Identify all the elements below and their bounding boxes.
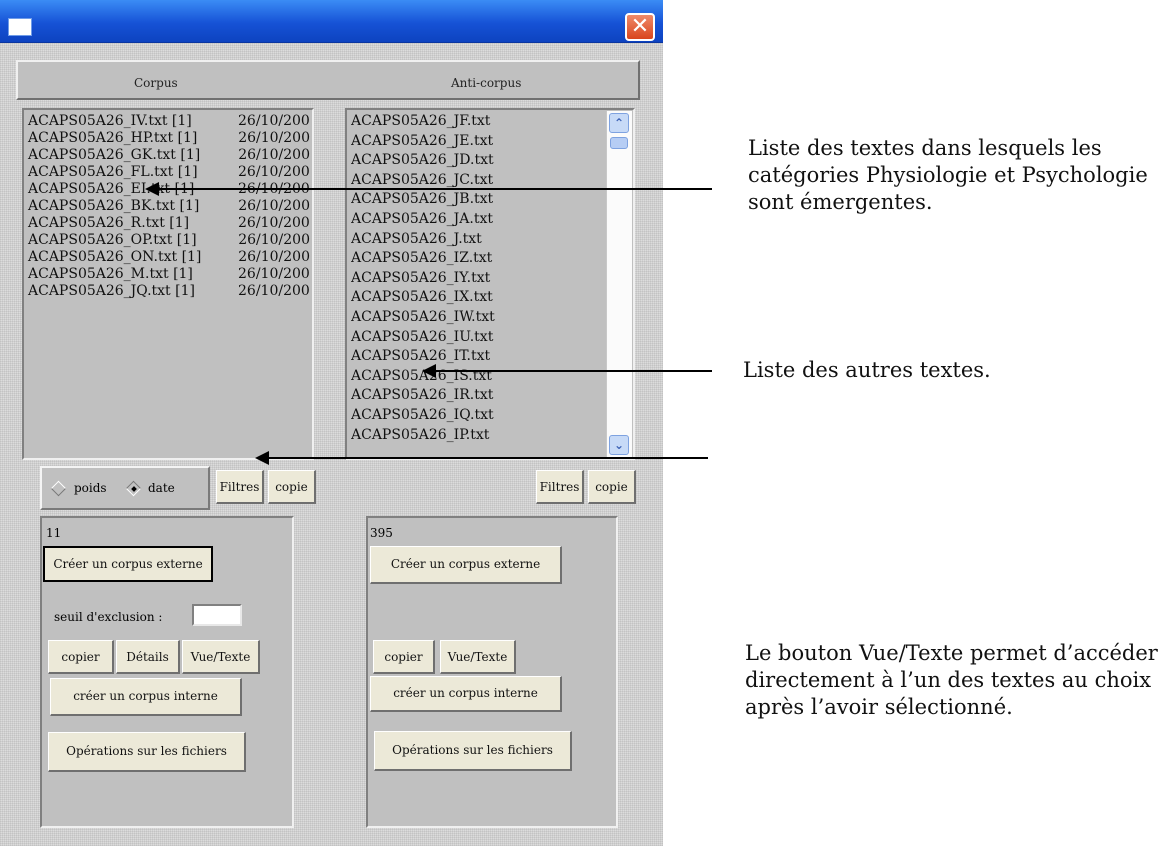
- corpus-item-date: 26/10/2005: [238, 266, 310, 282]
- scroll-down-icon[interactable]: ⌄: [609, 435, 629, 455]
- corpus-item-name: ACAPS05A26_IV.txt [1]: [28, 113, 192, 129]
- anticorpus-list-item[interactable]: ACAPS05A26_IP.txt: [351, 427, 489, 444]
- corpus-copier-button[interactable]: copier: [48, 640, 114, 674]
- list-header-bar: [16, 60, 640, 100]
- annotation-arrow-line-2: [432, 370, 712, 372]
- corpus-header: Corpus: [134, 76, 178, 90]
- threshold-input[interactable]: [192, 604, 242, 626]
- corpus-list-item[interactable]: ACAPS05A26_ON.txt [1] 26/10/200: [28, 249, 310, 266]
- corpus-list-item[interactable]: ACAPS05A26_HP.txt [1] 26/10/200: [28, 130, 310, 147]
- anticorpus-list-item[interactable]: ACAPS05A26_JE.txt: [351, 133, 493, 150]
- corpus-copie-button[interactable]: copie: [268, 470, 316, 504]
- corpus-create-internal-button[interactable]: créer un corpus interne: [50, 678, 242, 716]
- note-3-line-2: directement à l’un des textes au choix: [745, 668, 1152, 692]
- anticorpus-list-item[interactable]: ACAPS05A26_JF.txt: [351, 113, 490, 130]
- corpus-count: 11: [46, 526, 62, 540]
- corpus-item-name: ACAPS05A26_R.txt [1]: [28, 215, 190, 231]
- anticorpus-list-item[interactable]: ACAPS05A26_J.txt: [351, 231, 482, 248]
- note-1-line-1: Liste des textes dans lesquels les: [748, 136, 1102, 160]
- corpus-vue-texte-button[interactable]: Vue/Texte: [182, 640, 260, 674]
- corpus-filtres-button[interactable]: Filtres: [216, 470, 264, 504]
- corpus-item-name: ACAPS05A26_BK.txt [1]: [28, 198, 200, 214]
- corpus-item-name: ACAPS05A26_FL.txt [1]: [28, 164, 198, 180]
- anticorpus-list-item[interactable]: ACAPS05A26_JA.txt: [351, 211, 493, 228]
- corpus-item-date: 26/10/2005: [238, 113, 310, 129]
- corpus-item-name: ACAPS05A26_ON.txt [1]: [28, 249, 202, 265]
- scroll-up-icon[interactable]: ⌃: [609, 113, 629, 133]
- anticorpus-list-item[interactable]: ACAPS05A26_IW.txt: [351, 309, 495, 326]
- note-3-line-1: Le bouton Vue/Texte permet d’accéder: [745, 641, 1158, 665]
- close-button[interactable]: ✕: [625, 13, 655, 41]
- annotation-note-1: Liste des textes dans lesquels les catég…: [748, 135, 1158, 216]
- title-bar: [0, 0, 663, 43]
- date-label: date: [148, 481, 175, 495]
- anticorpus-list-item[interactable]: ACAPS05A26_IX.txt: [351, 289, 493, 306]
- corpus-file-operations-button[interactable]: Opérations sur les fichiers: [48, 732, 246, 772]
- anticorpus-list-item[interactable]: ACAPS05A26_IY.txt: [351, 270, 490, 287]
- annotation-arrow-line-1: [155, 188, 712, 190]
- corpus-item-date: 26/10/200: [238, 130, 310, 146]
- annotation-note-2: Liste des autres textes.: [743, 358, 991, 382]
- corpus-list-item[interactable]: ACAPS05A26_JQ.txt [1] 26/10/200:: [28, 283, 310, 300]
- anticorpus-list-item[interactable]: ACAPS05A26_JB.txt: [351, 191, 493, 208]
- anticorpus-create-external-button[interactable]: Créer un corpus externe: [370, 546, 562, 584]
- anticorpus-list-item[interactable]: ACAPS05A26_IQ.txt: [351, 407, 494, 424]
- poids-label: poids: [74, 481, 107, 495]
- anticorpus-list: ACAPS05A26_JF.txt ACAPS05A26_JE.txt ACAPS0…: [351, 113, 607, 457]
- corpus-list-item[interactable]: ACAPS05A26_M.txt [1] 26/10/2005: [28, 266, 310, 283]
- corpus-item-name: ACAPS05A26_HP.txt [1]: [28, 130, 198, 146]
- corpus-item-name: ACAPS05A26_OP.txt [1]: [28, 232, 197, 248]
- anticorpus-count: 395: [370, 526, 393, 540]
- corpus-item-date: 26/10/2005: [238, 215, 310, 231]
- anticorpus-listbox[interactable]: ACAPS05A26_JF.txt ACAPS05A26_JE.txt ACAPS0…: [345, 108, 635, 460]
- anticorpus-list-item[interactable]: ACAPS05A26_IR.txt: [351, 387, 493, 404]
- corpus-item-name: ACAPS05A26_M.txt [1]: [28, 266, 193, 282]
- anticorpus-copier-button[interactable]: copier: [373, 640, 435, 674]
- corpus-create-external-button[interactable]: Créer un corpus externe: [43, 546, 213, 582]
- corpus-list-item[interactable]: ACAPS05A26_R.txt [1] 26/10/2005: [28, 215, 310, 232]
- corpus-list-item[interactable]: ACAPS05A26_FL.txt [1] 26/10/200:: [28, 164, 310, 181]
- anticorpus-vue-texte-button[interactable]: Vue/Texte: [440, 640, 516, 674]
- scroll-thumb[interactable]: [610, 137, 628, 149]
- annotation-arrowhead-icon-1: [145, 182, 159, 196]
- anticorpus-file-operations-button[interactable]: Opérations sur les fichiers: [374, 731, 572, 771]
- details-button[interactable]: Détails: [116, 640, 180, 674]
- corpus-item-name: ACAPS05A26_JQ.txt [1]: [28, 283, 195, 299]
- corpus-item-date: 26/10/200:: [238, 283, 310, 299]
- annotation-arrowhead-icon-2: [422, 364, 436, 378]
- anticorpus-list-item[interactable]: ACAPS05A26_IT.txt: [351, 348, 490, 365]
- note-1-line-3: sont émergentes.: [748, 190, 933, 214]
- corpus-list: ACAPS05A26_IV.txt [1]26/10/2005ACAPS05A2…: [28, 113, 310, 453]
- corpus-listbox[interactable]: ACAPS05A26_IV.txt [1]26/10/2005ACAPS05A2…: [22, 108, 314, 460]
- anticorpus-list-item[interactable]: ACAPS05A26_IU.txt: [351, 329, 493, 346]
- anticorpus-create-internal-button[interactable]: créer un corpus interne: [370, 676, 562, 712]
- anticorpus-list-item[interactable]: ACAPS05A26_JC.txt: [351, 172, 493, 189]
- anticorpus-scrollbar[interactable]: ⌃ ⌄: [606, 111, 632, 458]
- corpus-item-date: 26/10/200: [238, 147, 310, 163]
- corpus-list-item[interactable]: ACAPS05A26_IV.txt [1] 26/10/2005: [28, 113, 310, 130]
- anticorpus-list-item[interactable]: ACAPS05A26_IZ.txt: [351, 250, 492, 267]
- corpus-item-date: 26/10/200: [238, 198, 310, 214]
- anticorpus-copie-button[interactable]: copie: [588, 470, 636, 504]
- threshold-label: seuil d'exclusion :: [54, 610, 163, 624]
- anticorpus-filtres-button[interactable]: Filtres: [536, 470, 584, 504]
- corpus-list-item[interactable]: ACAPS05A26_GK.txt [1] 26/10/200: [28, 147, 310, 164]
- annotation-arrowhead-icon-3: [255, 451, 269, 465]
- anticorpus-list-item[interactable]: ACAPS05A26_JD.txt: [351, 152, 494, 169]
- window-icon: [8, 18, 32, 36]
- corpus-item-date: 26/10/200: [238, 249, 310, 265]
- corpus-list-item[interactable]: ACAPS05A26_OP.txt [1] 26/10/200: [28, 232, 310, 249]
- note-3-line-3: après l’avoir sélectionné.: [745, 695, 1013, 719]
- corpus-item-name: ACAPS05A26_GK.txt [1]: [28, 147, 201, 163]
- corpus-item-date: 26/10/200: [238, 232, 310, 248]
- corpus-item-date: 26/10/200:: [238, 164, 310, 180]
- annotation-note-3: Le bouton Vue/Texte permet d’accéder dir…: [745, 640, 1165, 721]
- note-1-line-2: catégories Physiologie et Psychologie: [748, 163, 1148, 187]
- corpus-list-item[interactable]: ACAPS05A26_BK.txt [1] 26/10/200: [28, 198, 310, 215]
- anticorpus-header: Anti-corpus: [451, 76, 522, 90]
- annotation-arrow-line-3: [265, 457, 708, 459]
